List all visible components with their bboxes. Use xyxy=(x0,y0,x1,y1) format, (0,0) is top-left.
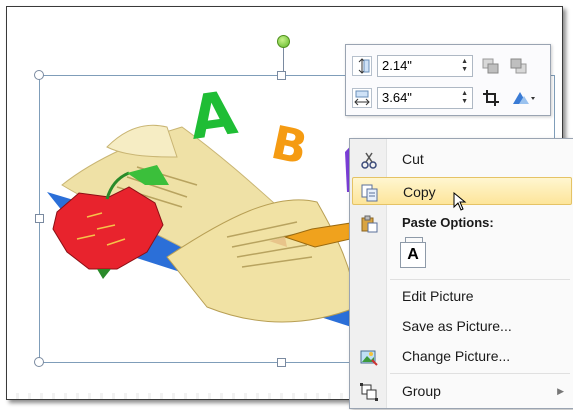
menu-item-copy[interactable]: Copy xyxy=(352,177,572,211)
paste-keep-text-label: A xyxy=(407,246,419,263)
menu-item-change-picture-label: Change Picture... xyxy=(402,348,511,364)
menu-paste-options-header: Paste Options: xyxy=(352,209,572,237)
paste-options-label: Paste Options: xyxy=(402,215,494,230)
resize-handle-top[interactable] xyxy=(277,71,286,80)
height-value: 2.14" xyxy=(382,58,412,73)
menu-item-edit-picture-label: Edit Picture xyxy=(402,288,474,304)
mini-toolbar: 2.14" ▲ ▼ 3.64" ▲ ▼ xyxy=(345,44,551,116)
menu-item-save-as-picture-label: Save as Picture... xyxy=(402,318,512,334)
scissors-icon xyxy=(360,150,378,169)
height-row: 2.14" ▲ ▼ xyxy=(352,54,529,78)
picture-styles-icon[interactable] xyxy=(509,88,537,108)
resize-handle-bottom-left[interactable] xyxy=(34,357,44,367)
menu-item-group[interactable]: Group ▶ xyxy=(352,377,572,405)
group-icon xyxy=(360,382,378,401)
menu-item-group-label: Group xyxy=(402,383,441,399)
width-value: 3.64" xyxy=(382,90,412,105)
resize-handle-left[interactable] xyxy=(35,214,44,223)
paste-button-clip xyxy=(405,237,423,242)
menu-separator xyxy=(390,373,570,374)
context-menu: Cut Copy Paste Options: A Edit Picture S… xyxy=(349,138,573,409)
paste-icon xyxy=(360,214,378,233)
height-spinner[interactable]: 2.14" ▲ ▼ xyxy=(377,55,473,77)
copy-icon xyxy=(361,183,379,202)
menu-item-edit-picture[interactable]: Edit Picture xyxy=(352,282,572,310)
crop-icon[interactable] xyxy=(481,88,501,108)
width-spinner[interactable]: 3.64" ▲ ▼ xyxy=(377,87,473,109)
height-spin-arrows[interactable]: ▲ ▼ xyxy=(461,58,468,74)
menu-separator xyxy=(390,279,570,280)
send-backward-icon[interactable] xyxy=(509,56,529,76)
menu-item-copy-label: Copy xyxy=(403,184,436,200)
menu-item-save-as-picture[interactable]: Save as Picture... xyxy=(352,312,572,340)
width-spin-arrows[interactable]: ▲ ▼ xyxy=(461,90,468,106)
menu-item-cut-label: Cut xyxy=(402,151,424,167)
resize-handle-top-left[interactable] xyxy=(34,70,44,80)
shape-width-icon xyxy=(352,88,372,108)
submenu-arrow-icon: ▶ xyxy=(557,386,564,396)
shape-height-icon xyxy=(352,56,372,76)
bring-forward-icon[interactable] xyxy=(481,56,501,76)
menu-item-change-picture[interactable]: Change Picture... xyxy=(352,342,572,370)
menu-item-cut[interactable]: Cut xyxy=(352,145,572,173)
change-picture-icon xyxy=(360,347,378,366)
paste-keep-text-only-button[interactable]: A xyxy=(400,242,426,268)
width-row: 3.64" ▲ ▼ xyxy=(352,86,537,110)
rotation-handle[interactable] xyxy=(277,35,290,48)
resize-handle-bottom[interactable] xyxy=(277,358,286,367)
